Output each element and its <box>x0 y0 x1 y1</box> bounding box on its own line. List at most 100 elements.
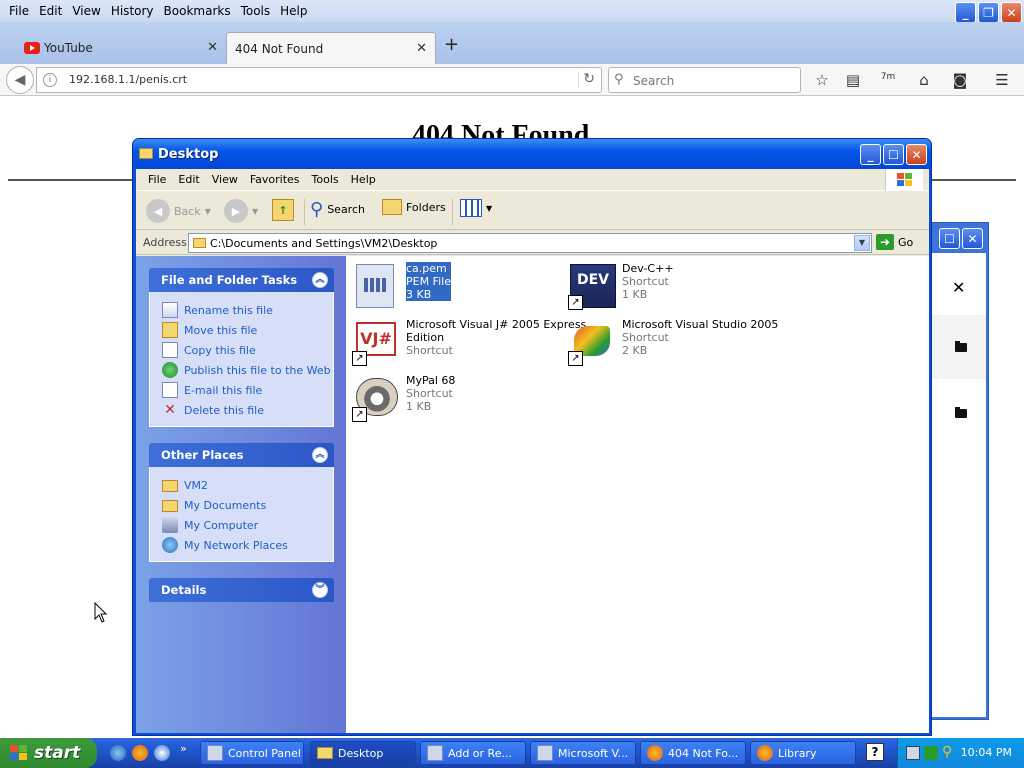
file-dev-cpp[interactable]: DEV ↗ Dev-C++ Shortcut 1 KB <box>568 262 674 310</box>
file-size: 1 KB <box>622 288 648 301</box>
task-copy[interactable]: Copy this file <box>162 340 333 360</box>
menu-bookmarks[interactable]: Bookmarks <box>159 4 236 18</box>
info-icon[interactable]: i <box>43 73 57 87</box>
url-bar[interactable]: i 192.168.1.1/penis.crt ↻ <box>36 67 602 93</box>
reading-list-icon[interactable]: ▤ <box>843 70 863 90</box>
menu-help[interactable]: Help <box>345 173 382 186</box>
minimize-button[interactable]: _ <box>860 144 881 165</box>
hamburger-menu-icon[interactable]: ☰ <box>992 70 1012 90</box>
bookmark-star-icon[interactable]: ☆ <box>812 70 832 90</box>
collapse-chevron-icon[interactable]: ︽ <box>312 272 328 288</box>
copy-icon <box>162 342 178 358</box>
menu-edit[interactable]: Edit <box>172 173 205 186</box>
back-button[interactable]: ◀ Back ▼ <box>146 199 211 223</box>
place-vm2[interactable]: VM2 <box>162 475 333 495</box>
taskbar-control-panel[interactable]: Control Panel <box>200 741 304 765</box>
place-my-documents[interactable]: My Documents <box>162 495 333 515</box>
menu-view[interactable]: View <box>206 173 244 186</box>
close-button[interactable]: ✕ <box>1001 2 1022 23</box>
file-name: ca.pem <box>406 262 451 275</box>
taskbar-add-remove[interactable]: Add or Re... <box>420 741 526 765</box>
menu-help[interactable]: Help <box>275 4 312 18</box>
search-input[interactable]: ⚲ Search <box>608 67 801 93</box>
help-icon[interactable]: ? <box>866 743 884 761</box>
file-visual-j-sharp[interactable]: VJ# ↗ Microsoft Visual J# 2005 Express E… <box>352 318 586 366</box>
tab-404-not-found[interactable]: 404 Not Found ✕ <box>226 32 436 64</box>
views-button[interactable]: ▼ <box>460 199 492 217</box>
up-folder-icon: ↑ <box>272 199 294 221</box>
folders-button[interactable]: Folders <box>382 199 446 215</box>
search-button[interactable]: ⚲ Search <box>310 199 365 220</box>
network-icon[interactable] <box>906 746 920 760</box>
back-arrow-icon[interactable]: ◀ <box>6 66 34 94</box>
close-tab-icon[interactable]: ✕ <box>416 41 427 56</box>
ie-icon[interactable] <box>110 745 126 761</box>
minimize-button[interactable]: _ <box>955 2 976 23</box>
quicklaunch-icon[interactable] <box>154 745 170 761</box>
search-tray-icon[interactable]: ⚲ <box>942 744 952 760</box>
file-visual-studio[interactable]: ↗ Microsoft Visual Studio 2005 Shortcut … <box>568 318 778 366</box>
quicklaunch-expand-icon[interactable]: » <box>180 742 187 755</box>
windows-flag-icon <box>10 745 28 761</box>
taskbar-microsoft-v[interactable]: Microsoft V... <box>530 741 636 765</box>
reload-icon[interactable]: ↻ <box>578 71 595 87</box>
folder-icon <box>139 148 153 159</box>
task-move[interactable]: Move this file <box>162 320 333 340</box>
collapse-chevron-icon[interactable]: ︽ <box>312 447 328 463</box>
close-icon[interactable]: ✕ <box>952 278 965 297</box>
up-folder-button[interactable]: ↑ <box>272 199 294 221</box>
clock: 10:04 PM <box>960 746 1012 759</box>
maximize-button[interactable]: ☐ <box>883 144 904 165</box>
task-delete[interactable]: ✕ Delete this file <box>162 400 333 420</box>
new-tab-icon[interactable]: + <box>444 34 459 55</box>
close-tab-icon[interactable]: ✕ <box>207 40 218 55</box>
firefox-icon[interactable] <box>132 745 148 761</box>
shortcut-arrow-icon: ↗ <box>568 295 583 310</box>
expand-chevron-icon[interactable]: ︾ <box>312 582 328 598</box>
folder-icon[interactable] <box>955 341 967 352</box>
taskbar-404[interactable]: 404 Not Fo... <box>640 741 746 765</box>
close-button[interactable]: ✕ <box>906 144 927 165</box>
panel-header[interactable]: Other Places ︽ <box>149 443 334 467</box>
extension-badge[interactable]: 7m <box>878 70 898 90</box>
menu-edit[interactable]: Edit <box>34 4 67 18</box>
place-my-computer[interactable]: My Computer <box>162 515 333 535</box>
tray-app-icon[interactable] <box>924 746 938 760</box>
menu-file[interactable]: File <box>142 173 172 186</box>
chevron-down-icon: ▼ <box>204 206 211 216</box>
menu-view[interactable]: View <box>67 4 105 18</box>
taskbar-desktop[interactable]: Desktop <box>310 741 416 765</box>
file-mypal[interactable]: ↗ MyPal 68 Shortcut 1 KB <box>352 374 455 422</box>
panel-header[interactable]: Details ︾ <box>149 578 334 602</box>
task-publish[interactable]: Publish this file to the Web <box>162 360 333 380</box>
control-panel-icon <box>207 745 223 761</box>
menu-file[interactable]: File <box>4 4 34 18</box>
restore-button[interactable]: ❐ <box>978 2 999 23</box>
explorer-titlebar[interactable]: Desktop _ ☐ ✕ <box>133 139 931 169</box>
screen: File Edit View History Bookmarks Tools H… <box>0 0 1024 768</box>
menu-tools[interactable]: Tools <box>236 4 276 18</box>
menu-tools[interactable]: Tools <box>306 173 345 186</box>
home-icon[interactable]: ⌂ <box>914 70 934 90</box>
windows-logo <box>885 169 923 191</box>
menu-favorites[interactable]: Favorites <box>244 173 306 186</box>
maximize-button[interactable]: ☐ <box>939 228 960 249</box>
panel-header[interactable]: File and Folder Tasks ︽ <box>149 268 334 292</box>
taskbar-library[interactable]: Library <box>750 741 856 765</box>
address-input[interactable]: C:\Documents and Settings\VM2\Desktop ▼ <box>188 233 872 253</box>
task-email[interactable]: E-mail this file <box>162 380 333 400</box>
file-ca-pem[interactable]: ca.pem PEM File 3 KB <box>352 262 451 310</box>
forward-button[interactable]: ▶ ▼ <box>224 199 258 223</box>
file-name: Dev-C++ <box>622 262 674 275</box>
tab-youtube[interactable]: YouTube ✕ <box>0 32 226 64</box>
task-rename[interactable]: Rename this file <box>162 300 333 320</box>
close-button[interactable]: ✕ <box>962 228 983 249</box>
start-button[interactable]: start <box>0 738 97 768</box>
folder-icon[interactable] <box>955 407 967 418</box>
go-button[interactable]: ➜ Go <box>876 234 913 250</box>
menu-history[interactable]: History <box>106 4 159 18</box>
file-type: Shortcut <box>622 275 669 288</box>
place-my-network[interactable]: My Network Places <box>162 535 333 555</box>
chevron-down-icon[interactable]: ▼ <box>854 235 870 251</box>
pocket-icon[interactable]: ◙ <box>950 70 970 90</box>
